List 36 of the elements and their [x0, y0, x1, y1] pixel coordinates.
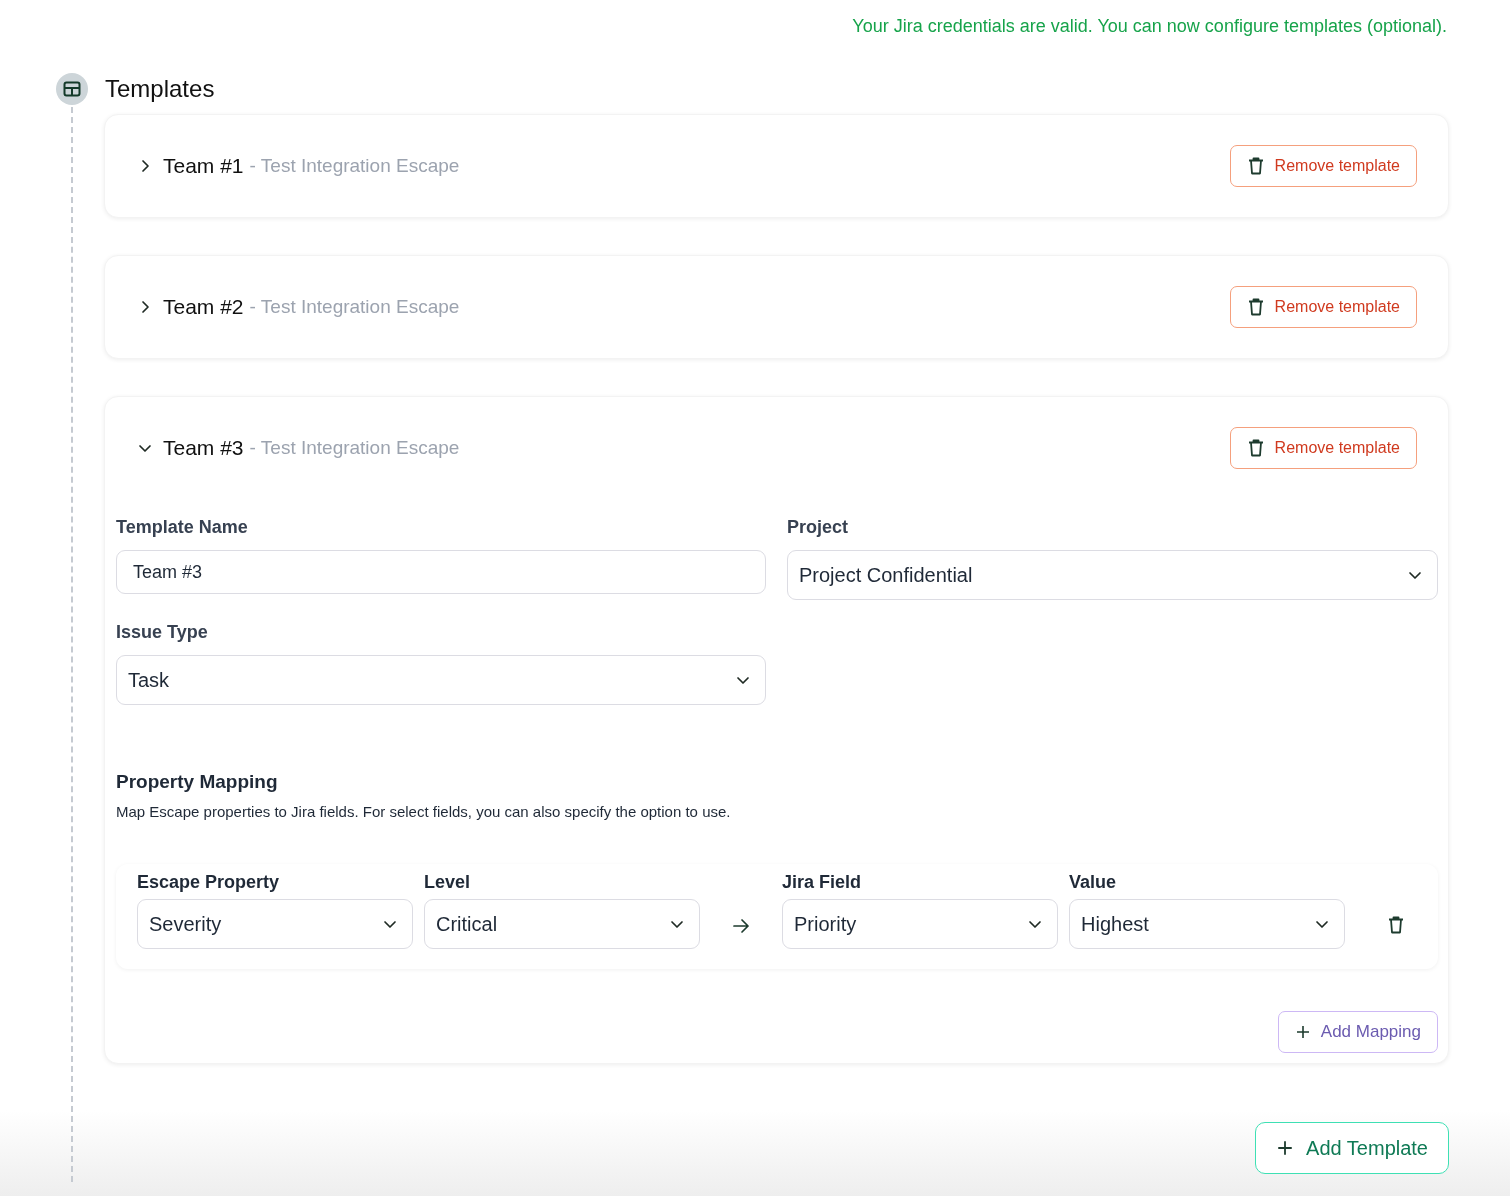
- add-template-button[interactable]: Add Template: [1255, 1122, 1449, 1174]
- template-name-input[interactable]: Team #3: [116, 550, 766, 594]
- arrow-right-icon: [732, 918, 750, 934]
- column-label: Jira Field: [782, 872, 863, 893]
- remove-template-button[interactable]: Remove template: [1229, 286, 1417, 328]
- section-heading: Property Mapping: [116, 771, 279, 793]
- column-label: Escape Property: [137, 872, 281, 893]
- success-message: Your Jira credentials are valid. You can now configure templates (optional).: [851, 15, 1447, 38]
- project-select[interactable]: Project Confidential: [787, 550, 1438, 600]
- column-label: Level: [424, 872, 472, 893]
- template-title: Team #3: [163, 436, 244, 460]
- section-description: Map Escape properties to Jira fields. For select fields, you can also specify the option to use.: [116, 803, 732, 820]
- add-mapping-button[interactable]: Add Mapping: [1277, 1011, 1438, 1053]
- template-subtitle: - Test Integration Escape: [249, 437, 460, 459]
- template-title: Team #1: [163, 154, 244, 178]
- field-label: Template Name: [116, 517, 249, 538]
- level-select[interactable]: Critical: [424, 899, 700, 949]
- plus-icon: [1294, 1024, 1311, 1040]
- jira-field-select[interactable]: Priority: [782, 899, 1058, 949]
- field-label: Project: [787, 517, 850, 538]
- property-select[interactable]: Severity: [137, 899, 413, 949]
- value-select[interactable]: Highest: [1069, 899, 1345, 949]
- template-title: Team #2: [163, 295, 244, 319]
- remove-template-button[interactable]: Remove template: [1229, 145, 1417, 187]
- template-subtitle: - Test Integration Escape: [249, 155, 460, 177]
- section-title: Templates: [105, 75, 215, 103]
- plus-icon: [1276, 1139, 1295, 1157]
- trash-icon: [1246, 297, 1265, 317]
- column-label: Value: [1069, 872, 1118, 893]
- table-icon: [56, 73, 88, 105]
- field-label: Issue Type: [116, 622, 209, 643]
- trash-icon: [1246, 438, 1265, 458]
- template-subtitle: - Test Integration Escape: [249, 296, 460, 318]
- remove-template-button[interactable]: Remove template: [1229, 427, 1417, 469]
- issue-type-select[interactable]: Task: [116, 655, 766, 705]
- trash-icon: [1246, 156, 1265, 176]
